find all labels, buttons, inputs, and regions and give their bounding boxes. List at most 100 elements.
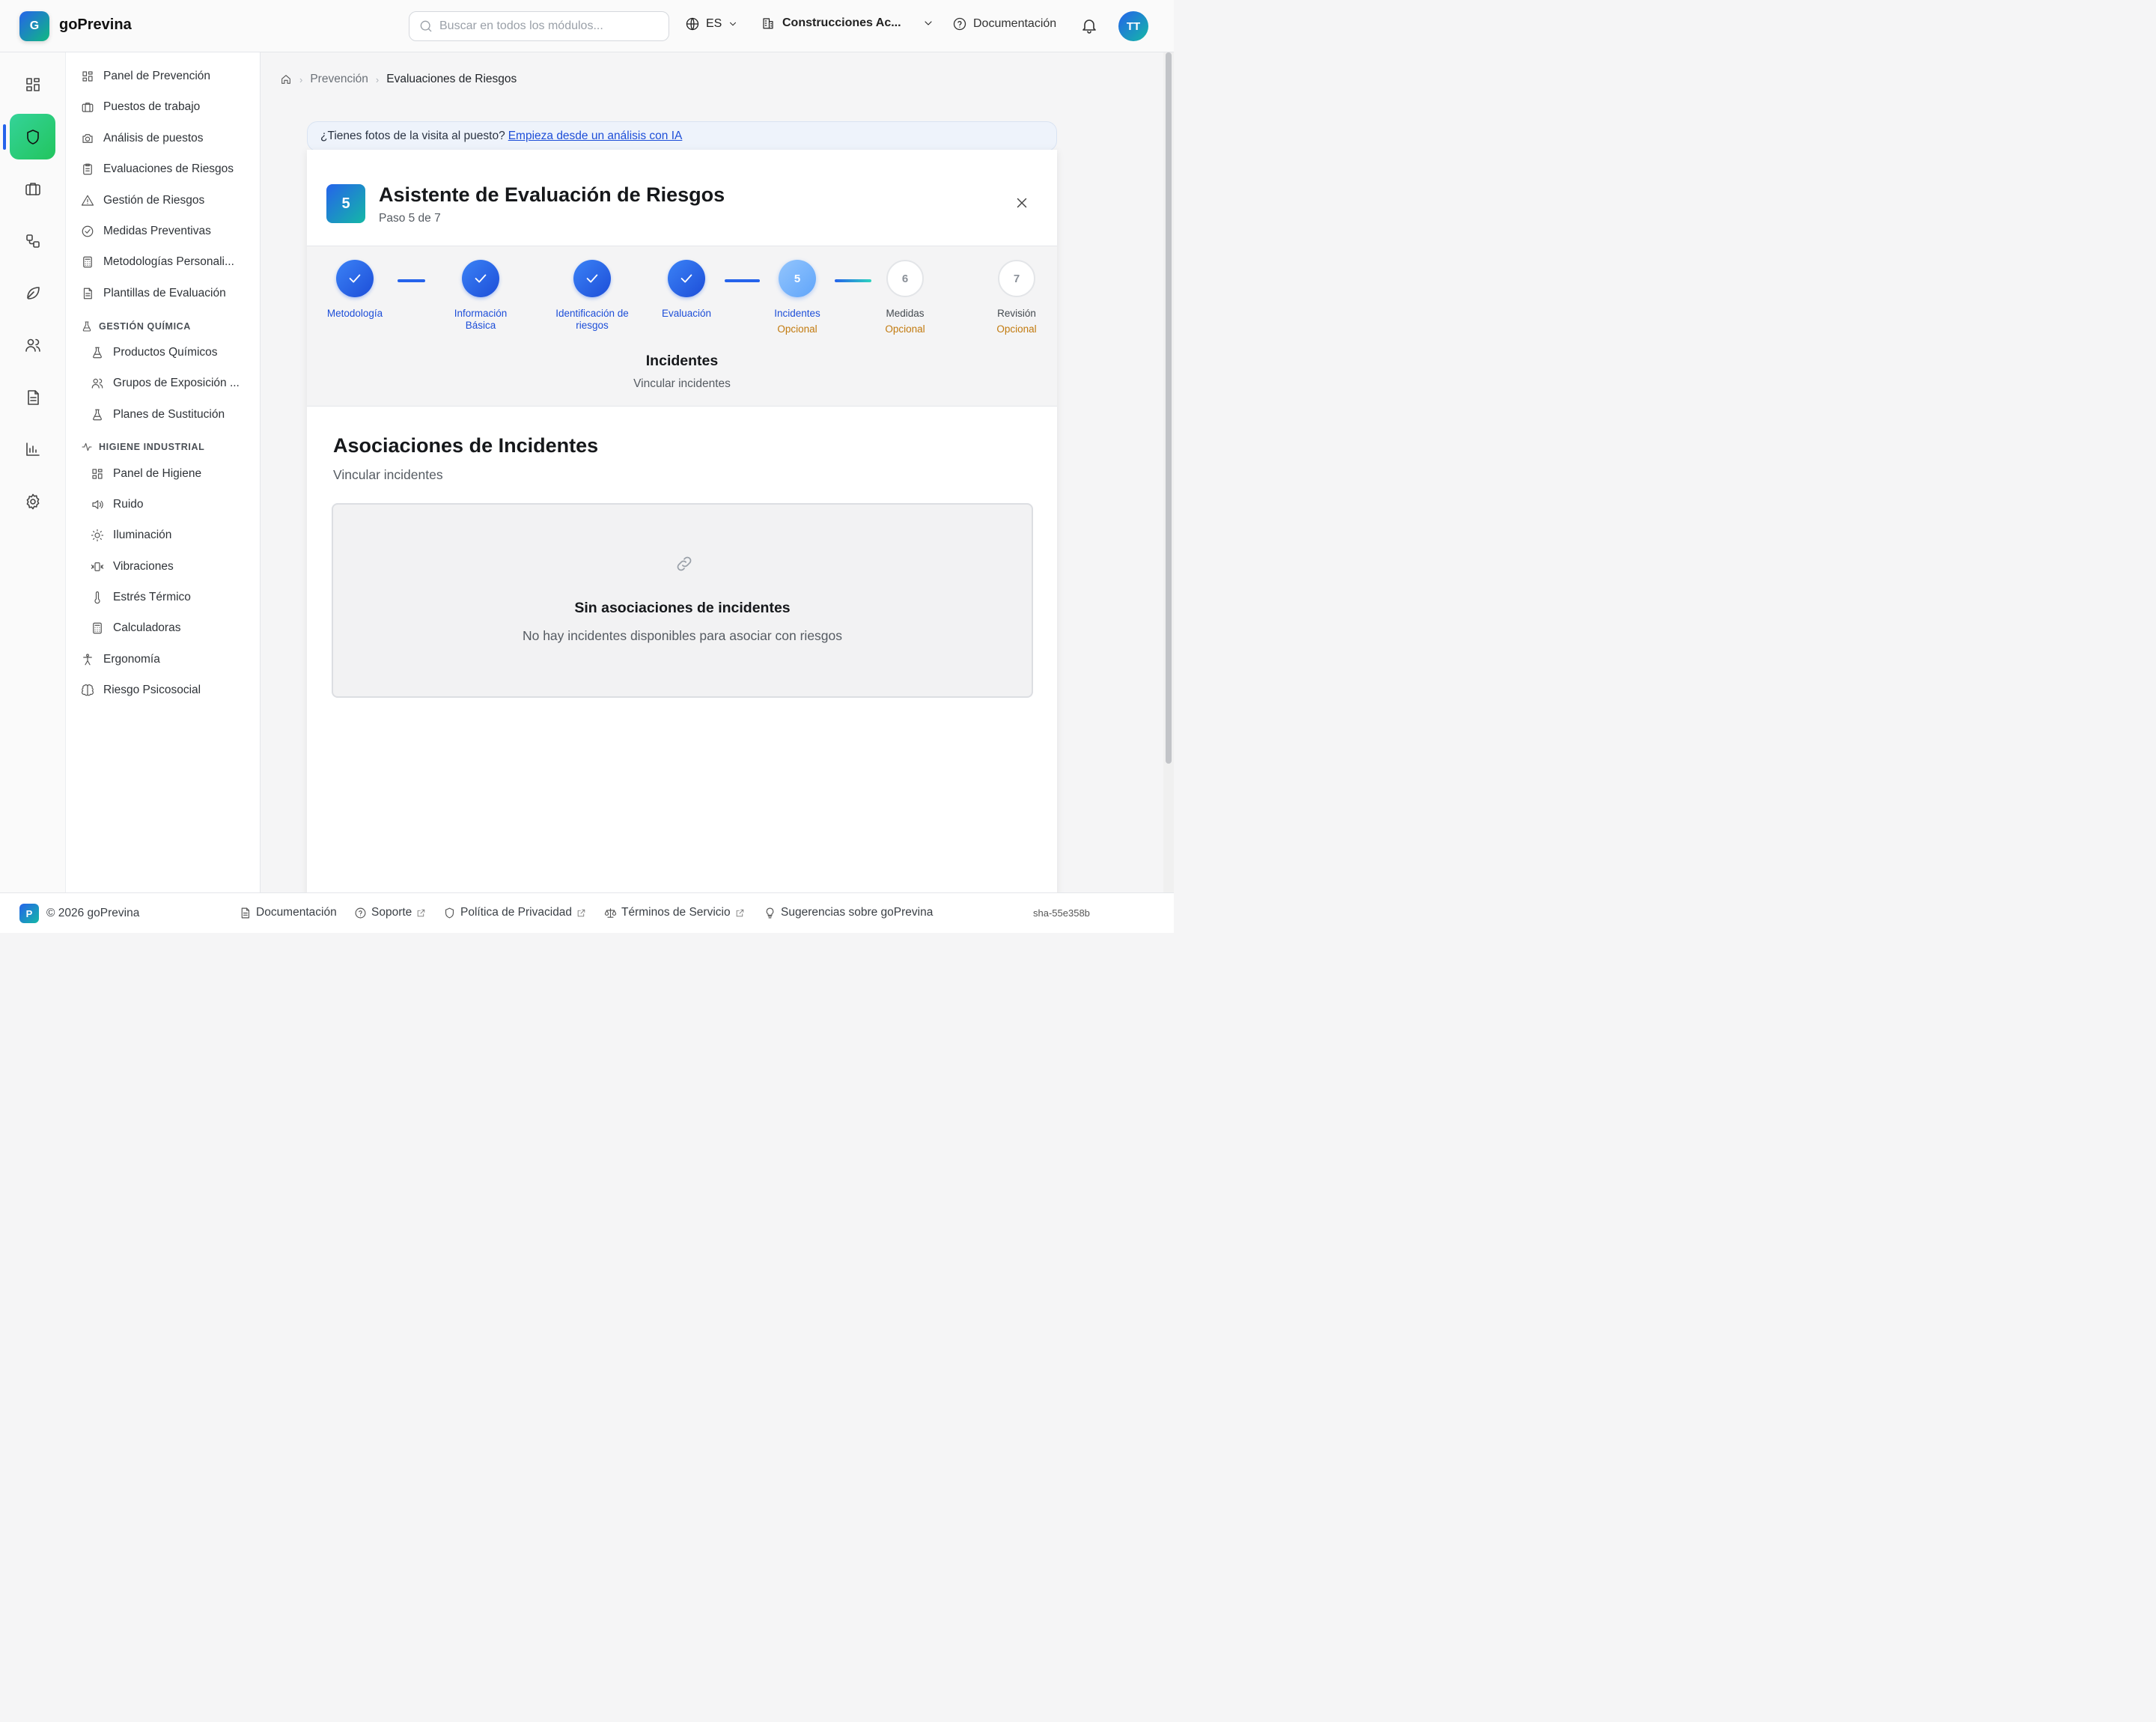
step-measures[interactable]: 6 Medidas Opcional bbox=[860, 260, 950, 335]
footer-link-label: Soporte bbox=[371, 906, 412, 919]
app-name[interactable]: goPrevina bbox=[59, 16, 132, 34]
breadcrumb-item[interactable]: Prevención bbox=[310, 73, 368, 86]
notifications-button[interactable] bbox=[1080, 16, 1098, 34]
sidebar-item-lighting[interactable]: Iluminación bbox=[91, 529, 171, 542]
step-evaluation[interactable]: Evaluación bbox=[642, 260, 731, 320]
footer-link-support[interactable]: Soporte bbox=[354, 906, 426, 919]
app-logo[interactable]: G bbox=[19, 11, 49, 41]
check-icon bbox=[586, 274, 598, 283]
camera-icon bbox=[82, 134, 93, 143]
sidebar-item-thermal-stress[interactable]: Estrés Térmico bbox=[91, 591, 191, 604]
sidebar-item-job-analysis[interactable]: Análisis de puestos bbox=[81, 132, 204, 145]
sidebar-item-evaluation-templates[interactable]: Plantillas de Evaluación bbox=[81, 287, 226, 300]
breadcrumb: › Prevención › Evaluaciones de Riesgos bbox=[280, 73, 517, 86]
rail-reports[interactable] bbox=[10, 426, 55, 472]
step-review[interactable]: 7 Revisión Opcional bbox=[972, 260, 1062, 335]
building-icon bbox=[763, 18, 773, 29]
global-search[interactable] bbox=[409, 11, 669, 41]
sidebar-item-chemical-products[interactable]: Productos Químicos bbox=[91, 346, 218, 359]
sidebar-item-label: Productos Químicos bbox=[113, 346, 218, 359]
rail-prevention[interactable] bbox=[10, 114, 55, 159]
rail-dashboard[interactable] bbox=[10, 61, 55, 107]
globe-icon bbox=[686, 17, 699, 31]
footer-link-terms[interactable]: Términos de Servicio bbox=[604, 906, 745, 919]
step-circle: 7 bbox=[998, 260, 1035, 297]
dashboard-icon bbox=[25, 77, 40, 91]
search-input[interactable] bbox=[439, 19, 657, 33]
help-icon bbox=[953, 17, 966, 31]
chevron-right-icon: › bbox=[375, 73, 380, 85]
footer-link-feedback[interactable]: Sugerencias sobre goPrevina bbox=[764, 906, 933, 919]
step-incidents[interactable]: 5 Incidentes Opcional bbox=[752, 260, 842, 335]
close-button[interactable] bbox=[1014, 195, 1030, 211]
rail-people[interactable] bbox=[10, 322, 55, 368]
step-risk-identification[interactable]: Identificación de riesgos bbox=[547, 260, 637, 332]
sidebar-item-label: Iluminación bbox=[113, 529, 172, 541]
sidebar-item-risk-management[interactable]: Gestión de Riesgos bbox=[81, 194, 204, 207]
step-optional-tag: Opcional bbox=[996, 323, 1037, 335]
file-icon bbox=[83, 287, 92, 299]
page-scrollbar[interactable] bbox=[1163, 52, 1174, 892]
scrollbar-thumb[interactable] bbox=[1166, 52, 1172, 764]
step-methodology[interactable]: Metodología bbox=[310, 260, 400, 320]
brain-icon bbox=[82, 684, 94, 696]
sidebar-item-noise[interactable]: Ruido bbox=[91, 498, 144, 511]
external-link-icon bbox=[418, 909, 425, 916]
sidebar-item-label: Puestos de trabajo bbox=[103, 100, 201, 113]
search-icon bbox=[420, 20, 432, 32]
sidebar-item-jobs[interactable]: Puestos de trabajo bbox=[81, 100, 200, 114]
external-link-icon bbox=[577, 909, 585, 916]
step-label: Medidas bbox=[886, 308, 925, 319]
sidebar-section-chemical[interactable]: GESTIÓN QUÍMICA bbox=[81, 320, 191, 332]
sidebar-item-hygiene-panel[interactable]: Panel de Higiene bbox=[91, 467, 201, 481]
dashboard-icon bbox=[92, 469, 103, 479]
sidebar-item-label: Calculadoras bbox=[113, 621, 181, 634]
language-label: ES bbox=[706, 17, 722, 30]
flask-icon bbox=[82, 321, 91, 332]
home-icon[interactable] bbox=[280, 73, 292, 85]
sidebar-item-exposure-groups[interactable]: Grupos de Exposición ... bbox=[91, 377, 240, 390]
sidebar-item-prevention-panel[interactable]: Panel de Prevención bbox=[81, 70, 210, 83]
sidebar-item-substitution-plans[interactable]: Planes de Sustitución bbox=[91, 408, 225, 422]
sidebar-item-label: Gestión de Riesgos bbox=[103, 194, 205, 207]
sidebar-item-label: Metodologías Personali... bbox=[103, 255, 234, 268]
company-selector[interactable]: Construcciones Ac... bbox=[761, 16, 934, 30]
step-optional-tag: Opcional bbox=[885, 323, 925, 335]
sidebar-item-vibrations[interactable]: Vibraciones bbox=[91, 560, 174, 574]
rail-settings[interactable] bbox=[10, 478, 55, 524]
rail-environment[interactable] bbox=[10, 270, 55, 315]
footer-logo: P bbox=[19, 904, 39, 923]
footer: P © 2026 goPrevina Documentación Soporte… bbox=[0, 892, 1174, 933]
documentation-link[interactable]: Documentación bbox=[952, 16, 1056, 31]
sidebar-item-calculators[interactable]: Calculadoras bbox=[91, 621, 180, 635]
language-selector[interactable]: ES bbox=[685, 16, 738, 31]
step-label: Revisión bbox=[997, 308, 1036, 319]
step-circle: 6 bbox=[886, 260, 924, 297]
step-circle bbox=[336, 260, 374, 297]
sidebar-item-preventive-measures[interactable]: Medidas Preventivas bbox=[81, 225, 211, 238]
rail-documents[interactable] bbox=[10, 374, 55, 420]
rail-jobs[interactable] bbox=[10, 165, 55, 211]
sidebar-item-custom-methodologies[interactable]: Metodologías Personali... bbox=[81, 255, 234, 269]
sidebar-section-hygiene[interactable]: HIGIENE INDUSTRIAL bbox=[81, 441, 204, 453]
sidebar-item-risk-assessments[interactable]: Evaluaciones de Riesgos bbox=[81, 162, 234, 176]
sidebar-item-psychosocial[interactable]: Riesgo Psicosocial bbox=[81, 684, 201, 697]
sidebar-item-ergonomics[interactable]: Ergonomía bbox=[81, 653, 160, 666]
ai-analysis-link[interactable]: Empieza desde un análisis con IA bbox=[508, 130, 683, 143]
empty-state: Sin asociaciones de incidentes No hay in… bbox=[332, 503, 1033, 698]
step-label: Incidentes bbox=[774, 308, 820, 319]
lightbulb-icon bbox=[766, 907, 774, 918]
user-avatar[interactable]: TT bbox=[1118, 11, 1148, 41]
step-circle: 5 bbox=[779, 260, 816, 297]
footer-link-documentation[interactable]: Documentación bbox=[239, 906, 337, 919]
rail-workflows[interactable] bbox=[10, 218, 55, 264]
settings-icon bbox=[26, 493, 39, 509]
step-basic-info[interactable]: Información Básica bbox=[436, 260, 526, 332]
chevron-down-icon bbox=[925, 21, 932, 25]
footer-link-privacy[interactable]: Política de Privacidad bbox=[443, 906, 586, 919]
check-icon bbox=[475, 274, 487, 283]
check-icon bbox=[680, 274, 692, 283]
shield-icon bbox=[445, 907, 454, 918]
sidebar-item-label: Riesgo Psicosocial bbox=[103, 684, 201, 696]
step-label: Identificación de riesgos bbox=[555, 308, 629, 331]
